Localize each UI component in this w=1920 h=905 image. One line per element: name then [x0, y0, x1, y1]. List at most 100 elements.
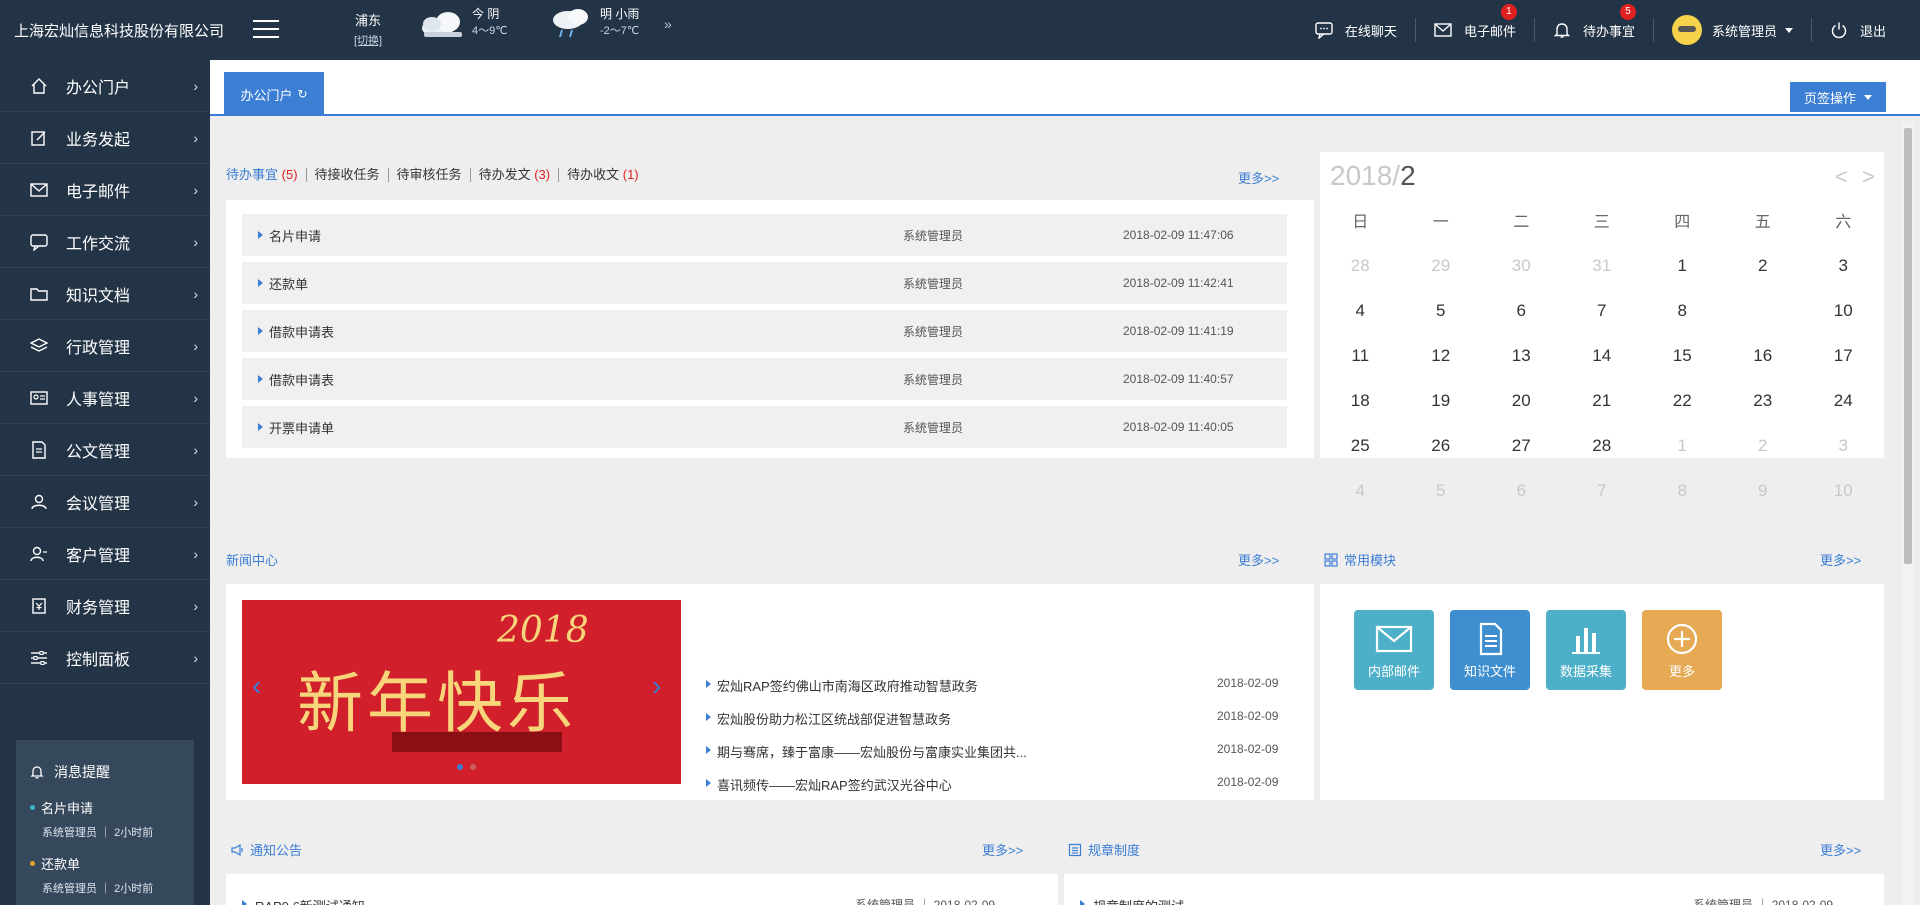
module-tile[interactable]: 数据采集: [1546, 610, 1626, 690]
calendar-day[interactable]: 28: [1562, 423, 1643, 468]
calendar-day[interactable]: 23: [1723, 378, 1804, 423]
calendar-day[interactable]: 17: [1803, 333, 1884, 378]
sidebar-item[interactable]: 客户管理 ›: [0, 528, 210, 580]
todo-row[interactable]: 还款单 系统管理员 2018-02-09 11:42:41: [242, 262, 1287, 304]
todo-row[interactable]: 借款申请表 系统管理员 2018-02-09 11:41:19: [242, 310, 1287, 352]
calendar-day[interactable]: 3: [1803, 243, 1884, 288]
sidebar-item[interactable]: 会议管理 ›: [0, 476, 210, 528]
calendar-day[interactable]: 6: [1481, 468, 1562, 513]
sidebar-item[interactable]: 工作交流 ›: [0, 216, 210, 268]
todo-more-link[interactable]: 更多>>: [1238, 168, 1279, 187]
calendar-day[interactable]: 14: [1562, 333, 1643, 378]
calendar-day[interactable]: 10: [1803, 288, 1884, 333]
todo-tab[interactable]: 待办收文 (1): [559, 168, 647, 182]
calendar-day[interactable]: 29: [1401, 243, 1482, 288]
logout-button[interactable]: 退出: [1812, 18, 1920, 42]
calendar-day[interactable]: 1: [1642, 243, 1723, 288]
calendar-day[interactable]: 5: [1401, 468, 1482, 513]
weather-more-icon[interactable]: »: [664, 16, 672, 32]
calendar-day[interactable]: 6: [1481, 288, 1562, 333]
refresh-icon[interactable]: ↻: [297, 87, 307, 101]
calendar-day[interactable]: 25: [1320, 423, 1401, 468]
calendar-day[interactable]: 12: [1401, 333, 1482, 378]
calendar-day[interactable]: 24: [1803, 378, 1884, 423]
calendar-day[interactable]: 27: [1481, 423, 1562, 468]
calendar-day[interactable]: 13: [1481, 333, 1562, 378]
calendar-day[interactable]: 2: [1723, 243, 1804, 288]
calendar-day[interactable]: 2: [1723, 423, 1804, 468]
todo-tab[interactable]: 待审核任务: [389, 168, 471, 182]
message-entry[interactable]: 名片申请 系统管理员 ｜ 2小时前: [30, 798, 180, 840]
sidebar-item[interactable]: 财务管理 ›: [0, 580, 210, 632]
scrollbar-thumb[interactable]: [1904, 128, 1912, 564]
sidebar-item[interactable]: 业务发起 ›: [0, 112, 210, 164]
calendar-prev-button[interactable]: <: [1835, 164, 1848, 190]
news-more-link[interactable]: 更多>>: [1238, 550, 1279, 569]
todo-row[interactable]: 名片申请 系统管理员 2018-02-09 11:47:06: [242, 214, 1287, 256]
calendar-day[interactable]: 5: [1401, 288, 1482, 333]
modules-more-link[interactable]: 更多>>: [1820, 550, 1861, 569]
sidebar-item[interactable]: 行政管理 ›: [0, 320, 210, 372]
page-scrollbar[interactable]: [1902, 122, 1914, 905]
todo-tab[interactable]: 待办发文 (3): [471, 168, 560, 182]
calendar-day[interactable]: 8: [1642, 288, 1723, 333]
sidebar-item[interactable]: 公文管理 ›: [0, 424, 210, 476]
calendar-day[interactable]: 18: [1320, 378, 1401, 423]
todo-tab[interactable]: 待接收任务: [307, 168, 389, 182]
module-tile[interactable]: 更多: [1642, 610, 1722, 690]
todo-tab[interactable]: 待办事宜 (5): [226, 168, 307, 182]
calendar-day[interactable]: 3: [1803, 423, 1884, 468]
sidebar-item[interactable]: 知识文档 ›: [0, 268, 210, 320]
news-item[interactable]: 宏灿股份助力松江区统战部促进智慧政务 2018-02-09: [706, 709, 1290, 728]
calendar-day[interactable]: 31: [1562, 243, 1643, 288]
sidebar-item[interactable]: 电子邮件 ›: [0, 164, 210, 216]
calendar-day[interactable]: 11: [1320, 333, 1401, 378]
sidebar-item[interactable]: 人事管理 ›: [0, 372, 210, 424]
news-item[interactable]: 宏灿RAP签约佛山市南海区政府推动智慧政务 2018-02-09: [706, 676, 1290, 695]
city-switch-link[interactable]: [切换]: [354, 32, 382, 48]
calendar-day[interactable]: 22: [1642, 378, 1723, 423]
notice-item[interactable]: RAP9.6新测试通知 系统管理员 ｜ 2018-02-09: [242, 896, 1042, 905]
email-button[interactable]: 电子邮件 1: [1416, 4, 1535, 42]
calendar-day[interactable]: 8: [1642, 468, 1723, 513]
calendar-day[interactable]: 9: [1723, 468, 1804, 513]
calendar-day[interactable]: 4: [1320, 288, 1401, 333]
news-item[interactable]: 喜讯频传——宏灿RAP签约武汉光谷中心 2018-02-09: [706, 775, 1290, 794]
rule-item[interactable]: 规章制度的测试 系统管理员 ｜ 2018-02-09: [1080, 896, 1880, 905]
todo-button[interactable]: 待办事宜 5: [1535, 4, 1654, 42]
module-tile[interactable]: 内部邮件: [1354, 610, 1434, 690]
calendar-day[interactable]: 15: [1642, 333, 1723, 378]
banner-indicator[interactable]: [470, 764, 476, 770]
calendar-next-button[interactable]: >: [1862, 164, 1875, 190]
banner-indicator-active[interactable]: [457, 764, 463, 770]
calendar-day[interactable]: 26: [1401, 423, 1482, 468]
sidebar-item[interactable]: 办公门户 ›: [0, 60, 210, 112]
message-entry[interactable]: 还款单 系统管理员 ｜ 2小时前: [30, 854, 180, 896]
calendar-day[interactable]: 7: [1562, 468, 1643, 513]
banner-next-icon[interactable]: ›: [652, 670, 661, 702]
news-item[interactable]: 期与骞席，臻于富康——宏灿股份与富康实业集团共... 2018-02-09: [706, 742, 1290, 761]
notices-more-link[interactable]: 更多>>: [982, 840, 1023, 859]
calendar-day[interactable]: 7: [1562, 288, 1643, 333]
calendar-day[interactable]: 10: [1803, 468, 1884, 513]
module-tile[interactable]: 知识文件: [1450, 610, 1530, 690]
online-chat-button[interactable]: 在线聊天: [1297, 18, 1416, 42]
todo-row[interactable]: 开票申请单 系统管理员 2018-02-09 11:40:05: [242, 406, 1287, 448]
user-menu[interactable]: 系统管理员: [1654, 15, 1812, 45]
todo-row[interactable]: 借款申请表 系统管理员 2018-02-09 11:40:57: [242, 358, 1287, 400]
menu-toggle-icon[interactable]: [253, 20, 279, 38]
tab-office-portal[interactable]: 办公门户 ↻: [224, 72, 324, 116]
calendar-day[interactable]: 28: [1320, 243, 1401, 288]
sidebar-item[interactable]: 控制面板 ›: [0, 632, 210, 684]
calendar-day[interactable]: 4: [1320, 468, 1401, 513]
calendar-day[interactable]: 1: [1642, 423, 1723, 468]
calendar-day[interactable]: 20: [1481, 378, 1562, 423]
calendar-day[interactable]: 19: [1401, 378, 1482, 423]
news-banner-image[interactable]: 2018 新年快乐 ‹ ›: [242, 600, 681, 784]
banner-prev-icon[interactable]: ‹: [252, 670, 261, 702]
calendar-day[interactable]: 21: [1562, 378, 1643, 423]
rules-more-link[interactable]: 更多>>: [1820, 840, 1861, 859]
page-operations-button[interactable]: 页签操作: [1790, 82, 1886, 112]
calendar-day[interactable]: 16: [1723, 333, 1804, 378]
calendar-day[interactable]: 30: [1481, 243, 1562, 288]
